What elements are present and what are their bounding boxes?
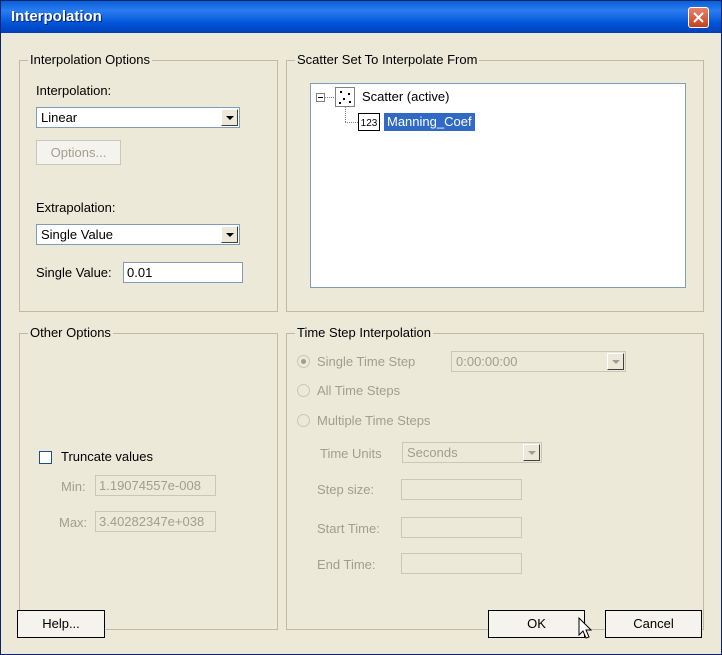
end-time-label: End Time: — [317, 557, 376, 572]
scatter-tree[interactable]: Scatter (active) 123 Manning_Coef — [310, 83, 686, 288]
single-time-step-label: Single Time Step — [317, 354, 416, 369]
single-value-text: 0.01 — [127, 265, 153, 280]
truncate-label: Truncate values — [61, 449, 154, 464]
interpolation-select[interactable]: Linear — [36, 107, 240, 128]
tree-connector — [325, 97, 334, 98]
truncate-checkbox[interactable] — [39, 451, 52, 464]
max-input[interactable]: 3.40282347e+038 — [95, 511, 216, 532]
svg-text:123: 123 — [361, 118, 378, 129]
step-size-label: Step size: — [317, 482, 375, 497]
cancel-button[interactable]: Cancel — [605, 610, 702, 638]
help-button[interactable]: Help... — [17, 610, 105, 638]
chevron-down-icon[interactable] — [221, 226, 238, 243]
start-time-label: Start Time: — [317, 521, 380, 536]
single-value-input[interactable]: 0.01 — [123, 262, 243, 283]
all-time-steps-radio[interactable] — [297, 384, 310, 397]
multiple-time-steps-radio[interactable] — [297, 414, 310, 427]
all-time-steps-label: All Time Steps — [317, 383, 401, 398]
dataset-123-icon: 123 — [358, 113, 380, 134]
ok-button[interactable]: OK — [488, 610, 585, 638]
chevron-down-icon[interactable] — [221, 109, 238, 126]
tree-connector — [345, 122, 358, 123]
single-time-step-radio[interactable] — [297, 355, 310, 368]
min-input[interactable]: 1.19074557e-008 — [95, 475, 216, 496]
time-units-select[interactable]: Seconds — [402, 442, 542, 463]
time-step-select-value: 0:00:00:00 — [456, 354, 518, 369]
interpolation-label: Interpolation: — [36, 83, 112, 98]
end-time-input[interactable] — [401, 553, 522, 574]
options-button[interactable]: Options... — [36, 140, 121, 165]
group-title: Other Options — [28, 325, 113, 340]
time-units-select-value: Seconds — [407, 445, 458, 460]
dialog-body: Interpolation Options Interpolation: Lin… — [1, 33, 721, 654]
chevron-down-icon[interactable] — [523, 444, 540, 461]
window-title: Interpolation — [11, 8, 102, 25]
min-value: 1.19074557e-008 — [99, 478, 201, 493]
time-units-label: Time Units — [320, 446, 382, 461]
tree-connector — [345, 107, 346, 122]
collapse-icon[interactable] — [316, 93, 325, 102]
time-step-select[interactable]: 0:00:00:00 — [451, 351, 626, 372]
group-title: Scatter Set To Interpolate From — [295, 52, 480, 67]
single-value-label: Single Value: — [36, 265, 112, 280]
group-title: Time Step Interpolation — [295, 325, 433, 340]
max-value: 3.40282347e+038 — [99, 514, 205, 529]
step-size-input[interactable] — [401, 479, 522, 500]
extrapolation-select-value: Single Value — [41, 227, 114, 242]
interpolation-dialog: Interpolation Interpolation Options Inte… — [0, 0, 722, 655]
extrapolation-select[interactable]: Single Value — [36, 224, 240, 245]
group-title: Interpolation Options — [28, 52, 152, 67]
min-label: Min: — [61, 479, 86, 494]
extrapolation-label: Extrapolation: — [36, 200, 116, 215]
start-time-input[interactable] — [401, 517, 522, 538]
mouse-pointer-icon — [578, 617, 593, 639]
max-label: Max: — [59, 515, 88, 530]
multiple-time-steps-label: Multiple Time Steps — [317, 413, 431, 428]
tree-item-manning-coef[interactable]: Manning_Coef — [384, 113, 475, 131]
interpolation-select-value: Linear — [41, 110, 78, 125]
chevron-down-icon[interactable] — [607, 353, 624, 370]
close-icon — [693, 12, 704, 23]
tree-item-scatter[interactable]: Scatter (active) — [362, 89, 449, 104]
title-bar[interactable]: Interpolation — [1, 1, 721, 33]
close-button[interactable] — [688, 7, 709, 28]
